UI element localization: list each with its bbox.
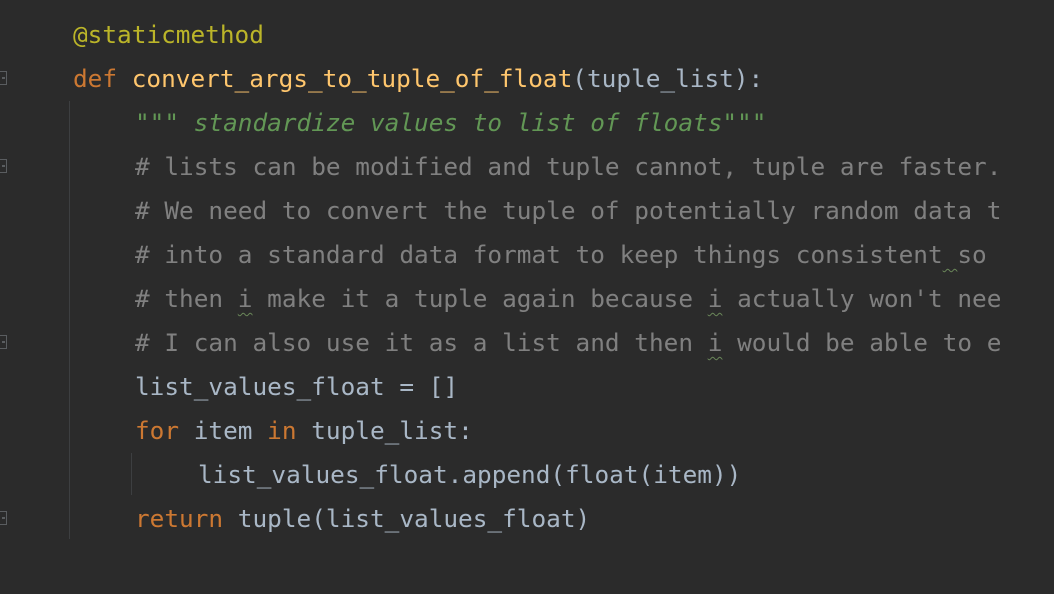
code-line[interactable]: for item in tuple_list: bbox=[0, 409, 1054, 453]
code-line[interactable]: list_values_float = [] bbox=[0, 365, 1054, 409]
keyword-return: return bbox=[135, 504, 224, 533]
code-line[interactable]: # then i make it a tuple again because i… bbox=[0, 277, 1054, 321]
code-line[interactable]: def convert_args_to_tuple_of_float(tuple… bbox=[0, 57, 1054, 101]
typo-word: i bbox=[237, 284, 253, 313]
keyword-def: def bbox=[73, 64, 118, 93]
typo-space bbox=[943, 240, 958, 269]
comment: # into a standard data format to keep th… bbox=[135, 240, 943, 269]
code-line[interactable]: # lists can be modified and tuple cannot… bbox=[0, 145, 1054, 189]
comment: # I can also use it as a list and then bbox=[135, 328, 708, 357]
loop-iterable: tuple_list: bbox=[296, 416, 473, 445]
keyword-in: in bbox=[267, 416, 297, 445]
comment: # lists can be modified and tuple cannot… bbox=[135, 152, 1002, 181]
docstring: """ standardize values to list of floats… bbox=[135, 108, 767, 137]
function-signature: (tuple_list): bbox=[572, 64, 764, 93]
typo-word: i bbox=[707, 284, 723, 313]
return-expression: tuple(list_values_float) bbox=[223, 504, 591, 533]
loop-variable: item bbox=[179, 416, 268, 445]
decorator: @staticmethod bbox=[73, 20, 264, 49]
keyword-for: for bbox=[135, 416, 180, 445]
code-line[interactable]: list_values_float.append(float(item)) bbox=[0, 453, 1054, 497]
code-line[interactable]: @staticmethod bbox=[0, 13, 1054, 57]
code-line[interactable]: # into a standard data format to keep th… bbox=[0, 233, 1054, 277]
code-line[interactable]: # We need to convert the tuple of potent… bbox=[0, 189, 1054, 233]
comment: actually won't nee bbox=[722, 284, 1002, 313]
code-editor[interactable]: @staticmethod def convert_args_to_tuple_… bbox=[0, 0, 1054, 594]
comment: # We need to convert the tuple of potent… bbox=[135, 196, 1002, 225]
code-line[interactable]: """ standardize values to list of floats… bbox=[0, 101, 1054, 145]
code-line[interactable]: return tuple(list_values_float) bbox=[0, 497, 1054, 541]
typo-word: i bbox=[707, 328, 723, 357]
comment: so bbox=[957, 240, 987, 269]
function-name: convert_args_to_tuple_of_float bbox=[131, 64, 573, 93]
comment: would be able to e bbox=[722, 328, 1002, 357]
comment: # then bbox=[135, 284, 238, 313]
code-statement: list_values_float = [] bbox=[135, 372, 459, 401]
code-statement: list_values_float.append(float(item)) bbox=[198, 460, 742, 489]
code-area[interactable]: @staticmethod def convert_args_to_tuple_… bbox=[0, 13, 1054, 541]
comment: make it a tuple again because bbox=[252, 284, 708, 313]
code-line[interactable]: # I can also use it as a list and then i… bbox=[0, 321, 1054, 365]
